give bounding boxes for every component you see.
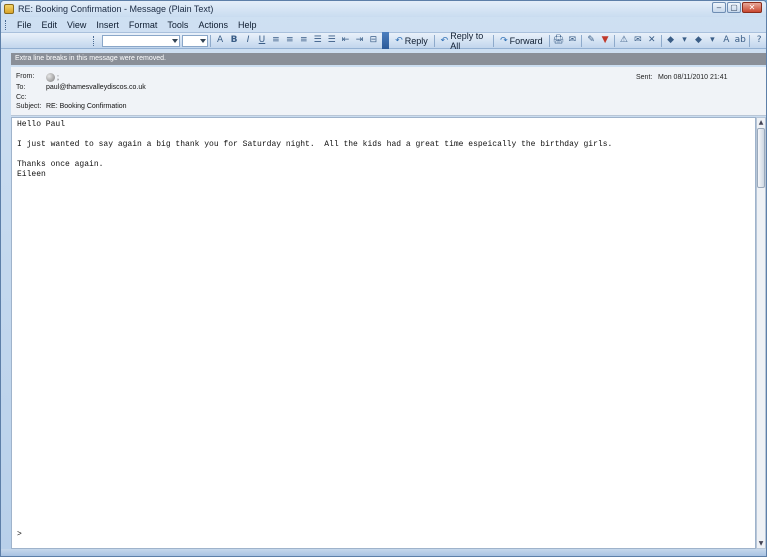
info-bar[interactable]: Extra line breaks in this message were r… <box>11 53 766 65</box>
follow-up-flag-icon[interactable]: ▼ <box>599 34 611 47</box>
styles-icon[interactable]: ⊟ <box>367 34 379 47</box>
scroll-up-icon[interactable]: ▲ <box>757 118 765 127</box>
toolbar-separator <box>749 34 751 47</box>
junk-mail-icon[interactable]: ⚠ <box>618 34 630 47</box>
message-header: From: ; Sent: Mon 08/11/2010 21:41 To: p… <box>11 67 766 116</box>
from-address: ; <box>57 74 59 82</box>
to-label: To: <box>16 84 26 91</box>
toolbar-grip <box>93 35 96 46</box>
window-controls: – ▢ ✕ <box>712 2 762 13</box>
menu-actions[interactable]: Actions <box>193 20 233 30</box>
next-item-icon[interactable]: ◆ <box>693 34 705 47</box>
from-row: From: ; <box>16 73 59 82</box>
bold-icon[interactable]: B <box>228 34 240 47</box>
subject-row: Subject: RE: Booking Confirmation <box>16 103 127 110</box>
mark-unread-icon[interactable]: ✉ <box>632 34 644 47</box>
align-center-icon[interactable]: ≡ <box>284 34 296 47</box>
from-value[interactable]: ; <box>46 73 59 82</box>
toolbar-separator <box>581 34 583 47</box>
italic-icon[interactable]: I <box>242 34 254 47</box>
reply-label: Reply <box>404 35 428 46</box>
maximize-button[interactable]: ▢ <box>727 2 741 13</box>
toolbar-separator <box>614 34 615 47</box>
spelling-icon[interactable]: ab <box>734 34 746 47</box>
forward-icon: ↷ <box>500 35 508 46</box>
cc-row: Cc: <box>16 94 46 101</box>
menu-bar: File Edit View Insert Format Tools Actio… <box>5 18 261 32</box>
increase-indent-icon[interactable]: ⇥ <box>354 34 366 47</box>
sender-presence-icon <box>46 73 55 82</box>
menu-format[interactable]: Format <box>124 20 163 30</box>
menu-tools[interactable]: Tools <box>162 20 193 30</box>
print-icon[interactable]: 🖨 <box>552 34 564 47</box>
close-button[interactable]: ✕ <box>742 2 762 13</box>
underline-icon[interactable]: U <box>256 34 268 47</box>
font-name-select[interactable] <box>101 34 181 47</box>
menu-file[interactable]: File <box>12 20 37 30</box>
categorize-icon[interactable]: ✎ <box>585 34 597 47</box>
delete-icon[interactable]: ✕ <box>646 34 658 47</box>
title-bar: RE: Booking Confirmation - Message (Plai… <box>1 1 766 17</box>
align-right-icon[interactable]: ≡ <box>298 34 310 47</box>
toolbar: A B I U ≡ ≡ ≡ ☰ ☰ ⇤ ⇥ ⊟ ↶ Reply ↶ Reply … <box>1 30 766 51</box>
menu-insert[interactable]: Insert <box>91 20 124 30</box>
align-left-icon[interactable]: ≡ <box>270 34 282 47</box>
subject-value: RE: Booking Confirmation <box>46 103 127 110</box>
previous-item-icon[interactable]: ◆ <box>665 34 677 47</box>
forward-label: Forward <box>509 35 543 46</box>
toolbar-separator <box>493 34 495 47</box>
toolbar-overflow-button[interactable] <box>382 32 390 49</box>
menu-edit[interactable]: Edit <box>37 20 63 30</box>
scroll-thumb[interactable] <box>757 128 765 188</box>
sent-label: Sent: <box>636 74 653 81</box>
message-window: RE: Booking Confirmation - Message (Plai… <box>0 0 767 557</box>
reply-icon: ↶ <box>395 35 403 46</box>
to-value[interactable]: paul@thamesvalleydiscos.co.uk <box>46 84 146 91</box>
menu-grip <box>5 20 8 30</box>
text-size-icon[interactable]: A <box>720 34 732 47</box>
bullets-icon[interactable]: ☰ <box>312 34 324 47</box>
from-label: From: <box>16 73 35 80</box>
window-title: RE: Booking Confirmation - Message (Plai… <box>18 4 214 14</box>
font-color-icon[interactable]: A <box>214 34 226 47</box>
decrease-indent-icon[interactable]: ⇤ <box>340 34 352 47</box>
toolbar-separator <box>433 34 435 47</box>
toolbar-separator <box>210 34 212 47</box>
sent-value: Mon 08/11/2010 21:41 <box>658 74 728 81</box>
next-item-dropdown-icon[interactable]: ▾ <box>706 34 718 47</box>
message-body[interactable]: Hello Paul I just wanted to say again a … <box>11 117 756 549</box>
minimize-button[interactable]: – <box>712 2 726 13</box>
font-size-select[interactable] <box>182 34 209 47</box>
reply-all-icon: ↶ <box>440 35 449 46</box>
window-bottom-edge <box>1 549 766 556</box>
reply-all-label: Reply to All <box>450 30 484 51</box>
menu-help[interactable]: Help <box>233 20 262 30</box>
outlook-message-icon <box>4 4 14 14</box>
cc-label: Cc: <box>16 94 27 101</box>
toolbar-separator <box>548 34 550 47</box>
scroll-down-icon[interactable]: ▼ <box>757 539 765 548</box>
reply-all-button[interactable]: ↶ Reply to All <box>438 30 491 51</box>
to-row: To: paul@thamesvalleydiscos.co.uk <box>16 84 146 91</box>
previous-item-dropdown-icon[interactable]: ▾ <box>679 34 691 47</box>
numbering-icon[interactable]: ☰ <box>326 34 338 47</box>
move-to-folder-icon[interactable]: ✉ <box>566 34 578 47</box>
help-icon[interactable]: ? <box>753 34 765 47</box>
reply-button[interactable]: ↶ Reply <box>392 34 431 48</box>
forward-button[interactable]: ↷ Forward <box>497 34 546 48</box>
sent-row: Sent: Mon 08/11/2010 21:41 <box>636 74 728 81</box>
menu-view[interactable]: View <box>62 20 91 30</box>
toolbar-separator <box>660 34 662 47</box>
subject-label: Subject: <box>16 103 42 110</box>
vertical-scrollbar[interactable]: ▲ ▼ <box>756 117 766 549</box>
